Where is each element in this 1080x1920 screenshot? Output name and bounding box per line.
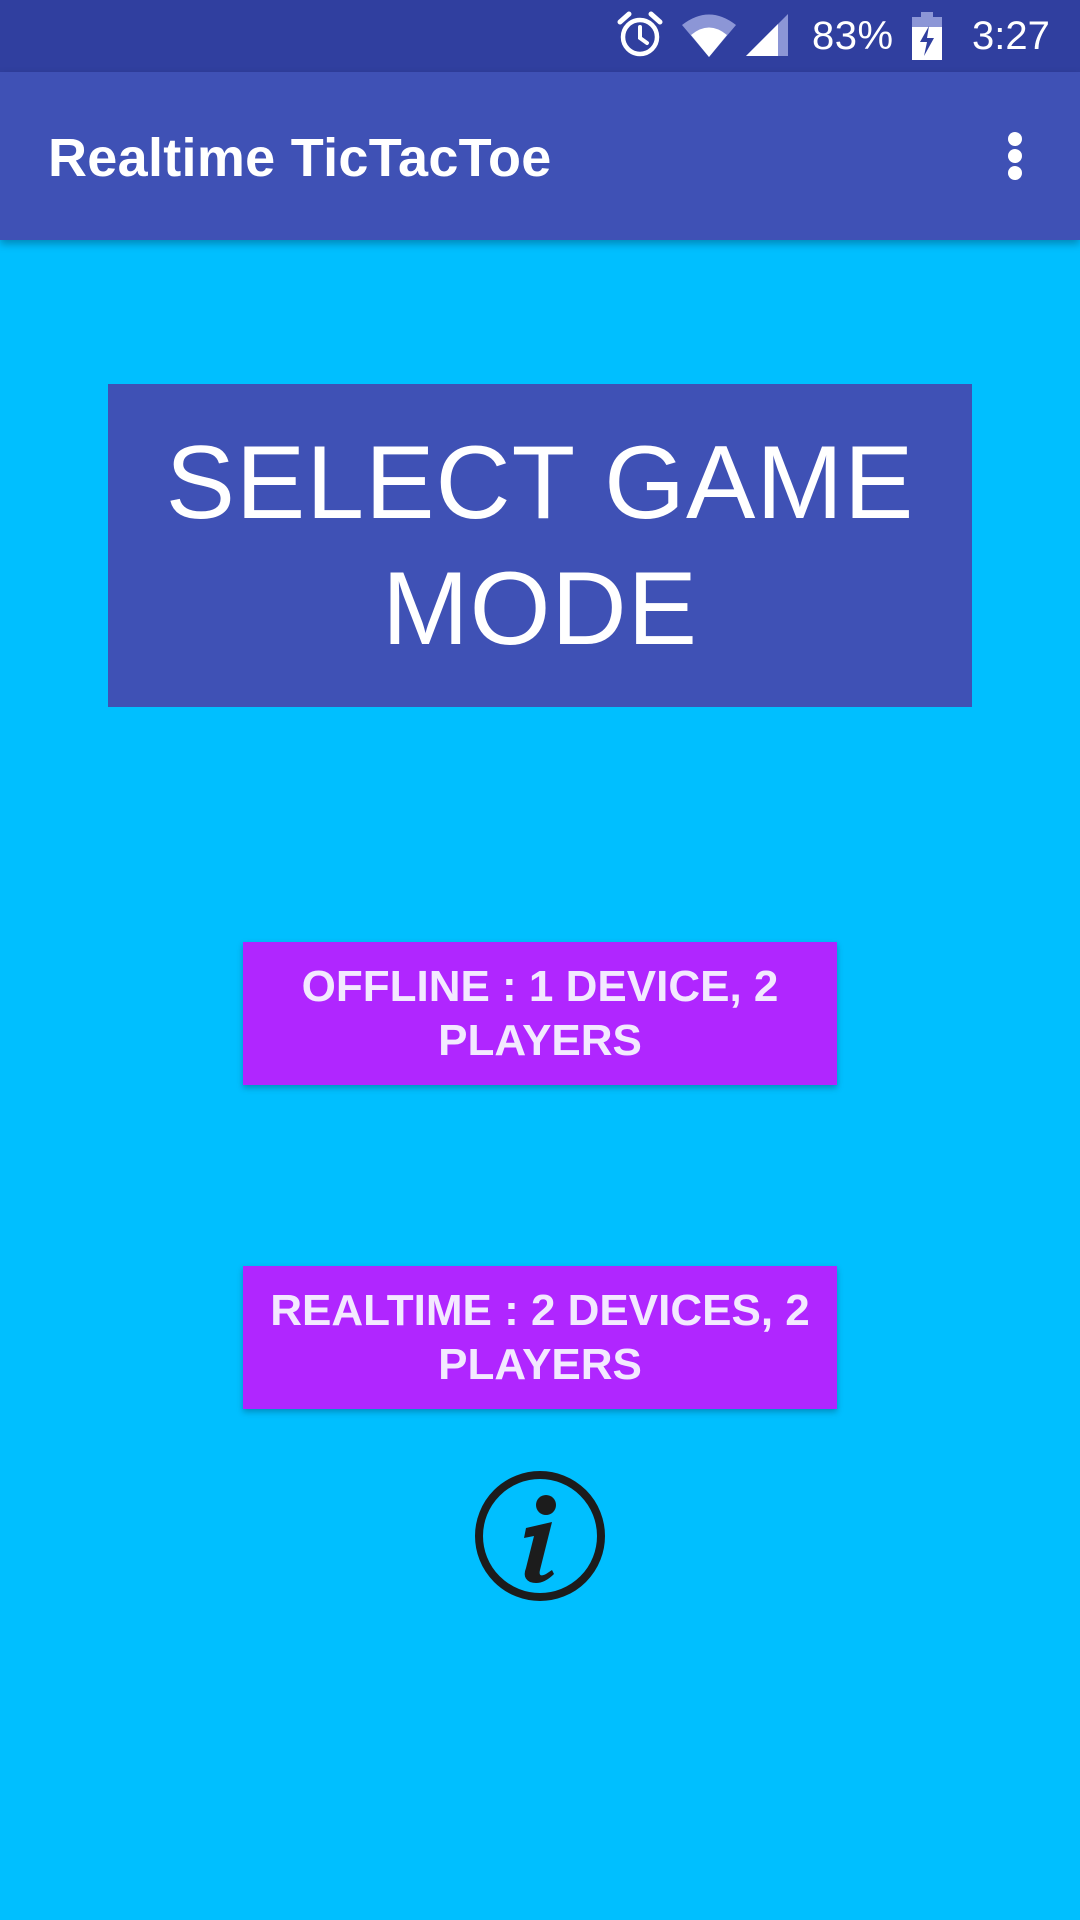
battery-charging-icon xyxy=(912,12,942,65)
cell-signal-icon xyxy=(744,12,790,63)
offline-mode-label: OFFLINE : 1 DEVICE, 2 PLAYERS xyxy=(301,961,779,1065)
offline-mode-button[interactable]: OFFLINE : 1 DEVICE, 2 PLAYERS xyxy=(243,942,837,1085)
info-icon xyxy=(475,1471,605,1601)
battery-percent: 83% xyxy=(812,14,894,58)
realtime-mode-label: REALTIME : 2 DEVICES, 2 PLAYERS xyxy=(270,1285,810,1389)
app-title: Realtime TicTacToe xyxy=(48,128,552,188)
status-clock: 3:27 xyxy=(972,14,1050,58)
info-button[interactable] xyxy=(474,1470,606,1602)
more-options-button[interactable] xyxy=(982,116,1046,196)
app-bar: Realtime TicTacToe xyxy=(0,72,1080,240)
alarm-icon xyxy=(616,10,664,65)
heading-box: SELECT GAME MODE xyxy=(108,384,972,707)
realtime-mode-button[interactable]: REALTIME : 2 DEVICES, 2 PLAYERS xyxy=(243,1266,837,1409)
page-title: SELECT GAME MODE xyxy=(165,424,915,667)
wifi-icon xyxy=(682,12,736,63)
status-bar: 83% 3:27 xyxy=(0,0,1080,72)
